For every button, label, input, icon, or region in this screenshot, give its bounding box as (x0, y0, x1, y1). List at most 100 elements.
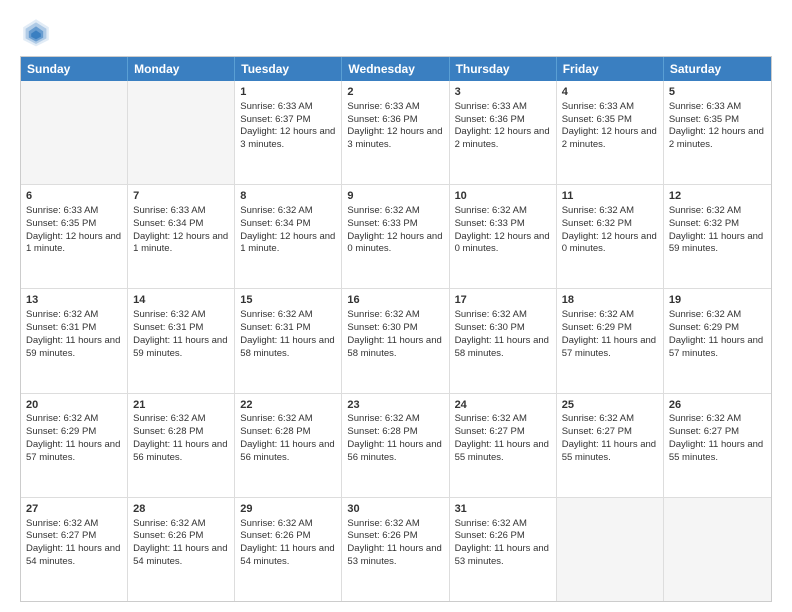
sunset: Sunset: 6:37 PM (240, 114, 310, 125)
sunset: Sunset: 6:28 PM (347, 426, 417, 437)
day-cell: 26 Sunrise: 6:32 AM Sunset: 6:27 PM Dayl… (664, 394, 771, 497)
sunrise: Sunrise: 6:32 AM (562, 309, 634, 320)
sunset: Sunset: 6:36 PM (455, 114, 525, 125)
day-number: 6 (26, 189, 122, 204)
empty-cell (664, 498, 771, 601)
day-number: 1 (240, 85, 336, 100)
day-number: 28 (133, 502, 229, 517)
sunset: Sunset: 6:34 PM (133, 218, 203, 229)
day-number: 17 (455, 293, 551, 308)
daylight: Daylight: 12 hours and 2 minutes. (562, 126, 657, 150)
daylight: Daylight: 11 hours and 58 minutes. (347, 335, 441, 359)
sunrise: Sunrise: 6:32 AM (347, 413, 419, 424)
daylight: Daylight: 12 hours and 0 minutes. (347, 231, 442, 255)
day-number: 29 (240, 502, 336, 517)
daylight: Daylight: 11 hours and 53 minutes. (455, 543, 549, 567)
day-cell: 31 Sunrise: 6:32 AM Sunset: 6:26 PM Dayl… (450, 498, 557, 601)
daylight: Daylight: 11 hours and 54 minutes. (133, 543, 227, 567)
day-number: 30 (347, 502, 443, 517)
day-cell: 27 Sunrise: 6:32 AM Sunset: 6:27 PM Dayl… (21, 498, 128, 601)
sunset: Sunset: 6:30 PM (455, 322, 525, 333)
daylight: Daylight: 11 hours and 59 minutes. (669, 231, 763, 255)
day-number: 15 (240, 293, 336, 308)
day-number: 9 (347, 189, 443, 204)
sunrise: Sunrise: 6:32 AM (240, 518, 312, 529)
day-cell: 22 Sunrise: 6:32 AM Sunset: 6:28 PM Dayl… (235, 394, 342, 497)
sunrise: Sunrise: 6:32 AM (26, 309, 98, 320)
sunrise: Sunrise: 6:32 AM (455, 309, 527, 320)
page: SundayMondayTuesdayWednesdayThursdayFrid… (0, 0, 792, 612)
day-number: 4 (562, 85, 658, 100)
day-cell: 7 Sunrise: 6:33 AM Sunset: 6:34 PM Dayli… (128, 185, 235, 288)
sunset: Sunset: 6:31 PM (133, 322, 203, 333)
sunrise: Sunrise: 6:33 AM (133, 205, 205, 216)
day-cell: 15 Sunrise: 6:32 AM Sunset: 6:31 PM Dayl… (235, 289, 342, 392)
sunset: Sunset: 6:35 PM (669, 114, 739, 125)
day-number: 7 (133, 189, 229, 204)
day-cell: 13 Sunrise: 6:32 AM Sunset: 6:31 PM Dayl… (21, 289, 128, 392)
day-number: 22 (240, 398, 336, 413)
sunset: Sunset: 6:28 PM (133, 426, 203, 437)
day-number: 3 (455, 85, 551, 100)
sunrise: Sunrise: 6:32 AM (133, 309, 205, 320)
daylight: Daylight: 11 hours and 55 minutes. (562, 439, 656, 463)
day-cell: 5 Sunrise: 6:33 AM Sunset: 6:35 PM Dayli… (664, 81, 771, 184)
sunset: Sunset: 6:32 PM (562, 218, 632, 229)
sunrise: Sunrise: 6:33 AM (26, 205, 98, 216)
sunset: Sunset: 6:26 PM (240, 530, 310, 541)
calendar-header: SundayMondayTuesdayWednesdayThursdayFrid… (21, 57, 771, 81)
daylight: Daylight: 11 hours and 58 minutes. (455, 335, 549, 359)
day-cell: 4 Sunrise: 6:33 AM Sunset: 6:35 PM Dayli… (557, 81, 664, 184)
sunset: Sunset: 6:30 PM (347, 322, 417, 333)
weekday-header: Wednesday (342, 57, 449, 81)
daylight: Daylight: 12 hours and 2 minutes. (455, 126, 550, 150)
daylight: Daylight: 11 hours and 58 minutes. (240, 335, 334, 359)
daylight: Daylight: 11 hours and 59 minutes. (133, 335, 227, 359)
sunrise: Sunrise: 6:32 AM (455, 205, 527, 216)
sunset: Sunset: 6:31 PM (240, 322, 310, 333)
sunset: Sunset: 6:27 PM (562, 426, 632, 437)
sunset: Sunset: 6:29 PM (669, 322, 739, 333)
sunset: Sunset: 6:33 PM (455, 218, 525, 229)
sunset: Sunset: 6:35 PM (26, 218, 96, 229)
sunset: Sunset: 6:26 PM (133, 530, 203, 541)
sunset: Sunset: 6:26 PM (347, 530, 417, 541)
weekday-header: Friday (557, 57, 664, 81)
daylight: Daylight: 12 hours and 3 minutes. (347, 126, 442, 150)
weekday-header: Saturday (664, 57, 771, 81)
daylight: Daylight: 11 hours and 54 minutes. (26, 543, 120, 567)
sunset: Sunset: 6:29 PM (26, 426, 96, 437)
sunrise: Sunrise: 6:33 AM (347, 101, 419, 112)
day-number: 2 (347, 85, 443, 100)
header (20, 16, 772, 48)
sunrise: Sunrise: 6:32 AM (26, 518, 98, 529)
sunrise: Sunrise: 6:32 AM (26, 413, 98, 424)
day-cell: 14 Sunrise: 6:32 AM Sunset: 6:31 PM Dayl… (128, 289, 235, 392)
day-cell: 18 Sunrise: 6:32 AM Sunset: 6:29 PM Dayl… (557, 289, 664, 392)
empty-cell (128, 81, 235, 184)
sunrise: Sunrise: 6:32 AM (455, 518, 527, 529)
sunrise: Sunrise: 6:32 AM (455, 413, 527, 424)
sunrise: Sunrise: 6:33 AM (562, 101, 634, 112)
day-cell: 28 Sunrise: 6:32 AM Sunset: 6:26 PM Dayl… (128, 498, 235, 601)
day-number: 24 (455, 398, 551, 413)
daylight: Daylight: 11 hours and 59 minutes. (26, 335, 120, 359)
sunset: Sunset: 6:32 PM (669, 218, 739, 229)
sunrise: Sunrise: 6:32 AM (347, 205, 419, 216)
sunset: Sunset: 6:28 PM (240, 426, 310, 437)
sunset: Sunset: 6:27 PM (455, 426, 525, 437)
day-number: 8 (240, 189, 336, 204)
daylight: Daylight: 12 hours and 1 minute. (240, 231, 335, 255)
weekday-header: Thursday (450, 57, 557, 81)
day-number: 18 (562, 293, 658, 308)
daylight: Daylight: 11 hours and 56 minutes. (347, 439, 441, 463)
daylight: Daylight: 12 hours and 0 minutes. (562, 231, 657, 255)
sunset: Sunset: 6:27 PM (669, 426, 739, 437)
day-number: 10 (455, 189, 551, 204)
day-cell: 10 Sunrise: 6:32 AM Sunset: 6:33 PM Dayl… (450, 185, 557, 288)
daylight: Daylight: 11 hours and 57 minutes. (562, 335, 656, 359)
calendar-row: 13 Sunrise: 6:32 AM Sunset: 6:31 PM Dayl… (21, 289, 771, 393)
daylight: Daylight: 11 hours and 57 minutes. (26, 439, 120, 463)
sunrise: Sunrise: 6:32 AM (240, 413, 312, 424)
sunrise: Sunrise: 6:32 AM (133, 518, 205, 529)
